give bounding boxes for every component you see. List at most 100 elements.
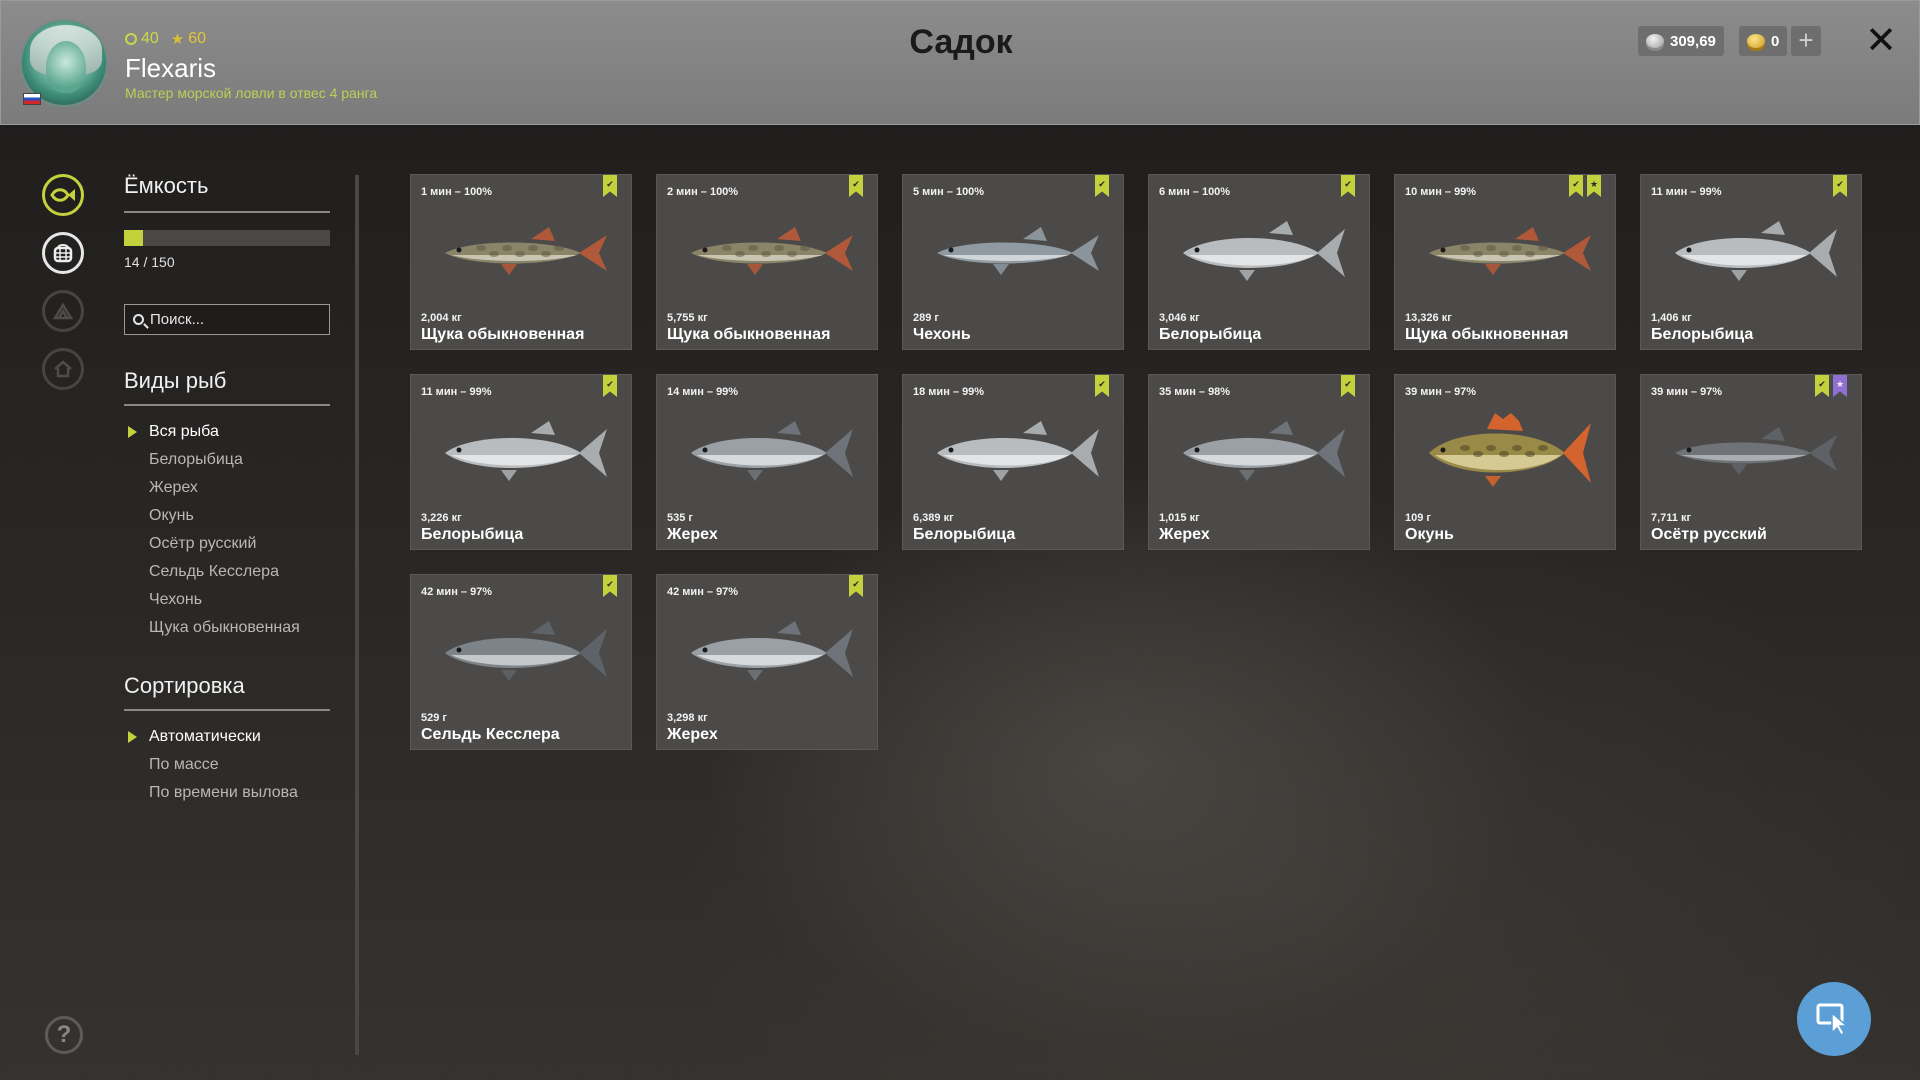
species-filter-item[interactable]: Осётр русский [124, 530, 344, 558]
top-bar: 40 ★ 60 Flexaris Мастер морской ловли в о… [0, 0, 1920, 125]
species-filter-item[interactable]: Жерех [124, 474, 344, 502]
search-input[interactable] [150, 311, 320, 328]
fish-image [677, 213, 859, 293]
catch-time-quality: 39 мин – 97% [1651, 386, 1723, 398]
fish-card[interactable]: 39 мин – 97% 109 г Окунь [1394, 374, 1616, 550]
bookmark-check-icon: ✔ [849, 175, 863, 197]
species-filter-item[interactable]: Окунь [124, 502, 344, 530]
sort-option-item-label: По времени вылова [149, 784, 298, 801]
species-filter-list: Вся рыба Белорыбица Жерех Окунь Осётр русски… [124, 418, 344, 642]
catch-time-quality: 35 мин – 98% [1159, 386, 1231, 398]
trophy-tab-icon [52, 302, 74, 320]
fish-weight: 3,298 кг [667, 712, 708, 724]
fish-name: Щука обыкновенная [667, 326, 831, 343]
close-button[interactable]: ✕ [1863, 19, 1899, 63]
fish-name: Осётр русский [1651, 526, 1767, 543]
fish-tab[interactable] [42, 174, 84, 216]
species-filter-item-label: Сельдь Кесслера [149, 563, 279, 580]
fish-card[interactable]: 11 мин – 99% ✔ 1,406 кг Белорыбица [1640, 174, 1862, 350]
sorting-divider [124, 709, 330, 711]
fish-name: Белорыбица [1159, 326, 1262, 343]
species-filter-item[interactable]: Чехонь [124, 586, 344, 614]
card-badges: ✔ [1833, 175, 1847, 197]
gold-amount: 0 [1771, 32, 1780, 50]
close-icon: ✕ [1865, 20, 1897, 62]
fish-card[interactable]: 42 мин – 97% ✔ 529 г Сельдь Кесслера [410, 574, 632, 750]
fish-image [677, 613, 859, 693]
sorting-list: Автоматически По массе По времени вылова [124, 723, 344, 807]
catch-time-quality: 18 мин – 99% [913, 386, 985, 398]
add-currency-button[interactable]: + [1791, 26, 1821, 56]
bookmark-check-icon: ✔ [603, 375, 617, 397]
fish-weight: 535 г [667, 512, 693, 524]
fish-card[interactable]: 6 мин – 100% ✔ 3,046 кг Белорыбица [1148, 174, 1370, 350]
fish-name: Жерех [667, 726, 718, 743]
fish-weight: 1,406 кг [1651, 312, 1692, 324]
cursor-mode-button[interactable] [1797, 982, 1871, 1056]
help-button[interactable]: ? [45, 1016, 83, 1054]
catch-time-quality: 42 мин – 97% [667, 586, 739, 598]
fish-name: Белорыбица [913, 526, 1016, 543]
help-icon: ? [56, 1021, 72, 1048]
card-badges: ✔ [603, 375, 617, 397]
keepnet-tab[interactable] [42, 232, 84, 274]
bookmark-check-icon: ✔ [1341, 375, 1355, 397]
home-tab[interactable] [42, 348, 84, 390]
bookmark-check-icon: ✔ [1095, 375, 1109, 397]
sort-option-item[interactable]: По времени вылова [124, 779, 344, 807]
bookmark-check-icon: ✔ [1815, 375, 1829, 397]
fish-image [677, 413, 859, 493]
bookmark-check-icon: ✔ [1569, 175, 1583, 197]
fish-card[interactable]: 18 мин – 99% ✔ 6,389 кг Белорыбица [902, 374, 1124, 550]
card-badges: ✔ ★ [1815, 375, 1847, 397]
capacity-divider [124, 211, 330, 213]
species-filter-item-label: Чехонь [149, 591, 203, 608]
fish-card[interactable]: 42 мин – 97% ✔ 3,298 кг Жерех [656, 574, 878, 750]
card-badges: ✔ [603, 575, 617, 597]
catch-time-quality: 42 мин – 97% [421, 586, 493, 598]
cursor-mode-icon [1816, 1003, 1850, 1036]
silver-balance: 309,69 [1638, 26, 1724, 56]
sort-option-item[interactable]: По массе [124, 751, 344, 779]
card-badges: ✔ [1095, 375, 1109, 397]
fish-name: Сельдь Кесслера [421, 726, 560, 743]
catch-time-quality: 11 мин – 99% [421, 386, 492, 398]
species-filter-item[interactable]: Вся рыба [124, 418, 344, 446]
species-divider [124, 404, 330, 406]
search-icon [133, 314, 144, 325]
fish-card[interactable]: 1 мин – 100% ✔ 2,004 кг Щука обыкновенная [410, 174, 632, 350]
catch-time-quality: 11 мин – 99% [1651, 186, 1722, 198]
fish-name: Чехонь [913, 326, 971, 343]
fish-weight: 13,326 кг [1405, 312, 1452, 324]
fish-card[interactable]: 14 мин – 99% 535 г Жерех [656, 374, 878, 550]
fish-card[interactable]: 10 мин – 99% ✔ ★ 13,326 кг Щука обыкновенная [1394, 174, 1616, 350]
card-badges: ✔ [1341, 175, 1355, 197]
fish-image [1661, 413, 1843, 493]
species-filter-item[interactable]: Сельдь Кесслера [124, 558, 344, 586]
bookmark-check-icon: ✔ [1833, 175, 1847, 197]
fish-image [1169, 413, 1351, 493]
card-badges: ✔ [1341, 375, 1355, 397]
fish-name: Белорыбица [421, 526, 524, 543]
fish-image [1169, 213, 1351, 293]
catch-time-quality: 10 мин – 99% [1405, 186, 1477, 198]
fish-card[interactable]: 11 мин – 99% ✔ 3,226 кг Белорыбица [410, 374, 632, 550]
fish-card[interactable]: 2 мин – 100% ✔ 5,755 кг Щука обыкновенная [656, 174, 878, 350]
sort-option-item[interactable]: Автоматически [124, 723, 344, 751]
bookmark-check-icon: ✔ [849, 575, 863, 597]
gold-coins-icon [1747, 34, 1765, 48]
silver-coins-icon [1646, 34, 1664, 48]
species-filter-item[interactable]: Белорыбица [124, 446, 344, 474]
fish-image [431, 413, 613, 493]
fish-card[interactable]: 5 мин – 100% ✔ 289 г Чехонь [902, 174, 1124, 350]
fish-name: Белорыбица [1651, 326, 1754, 343]
sort-option-item-label: По массе [149, 756, 219, 773]
search-box[interactable] [124, 304, 330, 335]
species-filter-item-label: Жерех [149, 479, 198, 496]
panel-divider [355, 175, 359, 1055]
trophy-tab[interactable] [42, 290, 84, 332]
fish-card[interactable]: 35 мин – 98% ✔ 1,015 кг Жерех [1148, 374, 1370, 550]
species-filter-item[interactable]: Щука обыкновенная [124, 614, 344, 642]
star-bookmark-icon: ★ [1833, 375, 1847, 397]
fish-card[interactable]: 39 мин – 97% ✔ ★ 7,711 кг Осётр русский [1640, 374, 1862, 550]
